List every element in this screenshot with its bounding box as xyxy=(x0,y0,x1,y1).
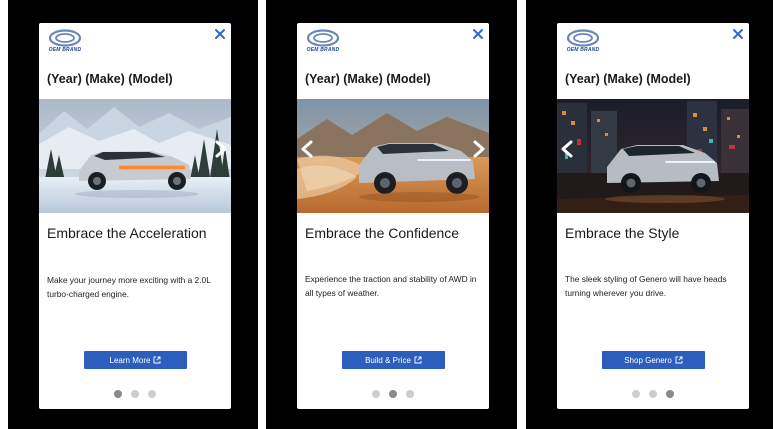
close-button[interactable] xyxy=(213,27,227,41)
brand-logo-text: OEM BRAND xyxy=(566,47,600,53)
external-link-icon xyxy=(154,356,161,364)
vehicle-title: (Year) (Make) (Model) xyxy=(565,72,691,86)
vehicle-title: (Year) (Make) (Model) xyxy=(47,72,173,86)
carousel-prev-button[interactable] xyxy=(299,139,315,159)
build-and-price-button[interactable]: Build & Price xyxy=(342,351,445,369)
carousel-prev-button[interactable] xyxy=(559,139,575,159)
pagination-dots xyxy=(557,390,749,400)
cta-label: Build & Price xyxy=(365,355,411,365)
carousel-card-1: OEM BRAND (Year) (Make) (Model) Embrace … xyxy=(39,23,231,409)
pagination-dots xyxy=(297,390,489,400)
hero-image-snow xyxy=(39,99,231,213)
slide-description: Experience the traction and stability of… xyxy=(305,274,477,298)
hero-image-city xyxy=(557,99,749,213)
pagination-dot-3[interactable] xyxy=(148,390,156,398)
carousel-next-button[interactable] xyxy=(471,139,487,159)
pagination-dot-3[interactable] xyxy=(406,390,414,398)
carousel-card-3: OEM BRAND (Year) (Make) (Model) Embrace … xyxy=(557,23,749,409)
close-icon xyxy=(215,29,225,39)
pagination-dot-2[interactable] xyxy=(649,390,657,398)
close-icon xyxy=(473,29,483,39)
pagination-dots xyxy=(39,390,231,400)
brand-logo: OEM BRAND xyxy=(306,29,340,55)
pagination-dot-1[interactable] xyxy=(114,390,122,398)
carousel-card-2: OEM BRAND (Year) (Make) (Model) Embrace … xyxy=(297,23,489,409)
pagination-dot-3[interactable] xyxy=(666,390,674,398)
shop-genero-button[interactable]: Shop Genero xyxy=(602,351,705,369)
chevron-right-icon xyxy=(473,140,485,158)
carousel-next-button[interactable] xyxy=(213,139,229,159)
pagination-dot-1[interactable] xyxy=(372,390,380,398)
close-button[interactable] xyxy=(731,27,745,41)
screenshot-stage: OEM BRAND (Year) (Make) (Model) Embrace … xyxy=(0,0,773,429)
brand-logo: OEM BRAND xyxy=(566,29,600,55)
hero-image-desert xyxy=(297,99,489,213)
phone-frame-2: OEM BRAND (Year) (Make) (Model) Embrace … xyxy=(266,0,517,429)
vehicle-title: (Year) (Make) (Model) xyxy=(305,72,431,86)
brand-logo-text: OEM BRAND xyxy=(306,47,340,53)
close-icon xyxy=(733,29,743,39)
slide-headline: Embrace the Confidence xyxy=(305,225,460,241)
external-link-icon xyxy=(414,356,422,364)
pagination-dot-2[interactable] xyxy=(131,390,139,398)
pagination-dot-2[interactable] xyxy=(389,390,397,398)
phone-frame-1: OEM BRAND (Year) (Make) (Model) Embrace … xyxy=(8,0,258,429)
cta-label: Learn More xyxy=(109,355,151,365)
phone-frame-3: OEM BRAND (Year) (Make) (Model) Embrace … xyxy=(526,0,773,429)
slide-description: Make your journey more exciting with a 2… xyxy=(47,275,211,299)
slide-headline: Embrace the Acceleration xyxy=(47,225,207,241)
chevron-left-icon xyxy=(301,140,313,158)
learn-more-button[interactable]: Learn More xyxy=(84,351,187,369)
brand-logo-text: OEM BRAND xyxy=(48,47,82,53)
external-link-icon xyxy=(675,356,683,364)
cta-label: Shop Genero xyxy=(624,355,672,365)
slide-headline: Embrace the Style xyxy=(565,225,680,241)
slide-description: The sleek styling of Genero will have he… xyxy=(565,274,727,298)
pagination-dot-1[interactable] xyxy=(632,390,640,398)
chevron-left-icon xyxy=(561,140,573,158)
close-button[interactable] xyxy=(471,27,485,41)
brand-logo: OEM BRAND xyxy=(48,29,82,55)
chevron-right-icon xyxy=(215,140,227,158)
